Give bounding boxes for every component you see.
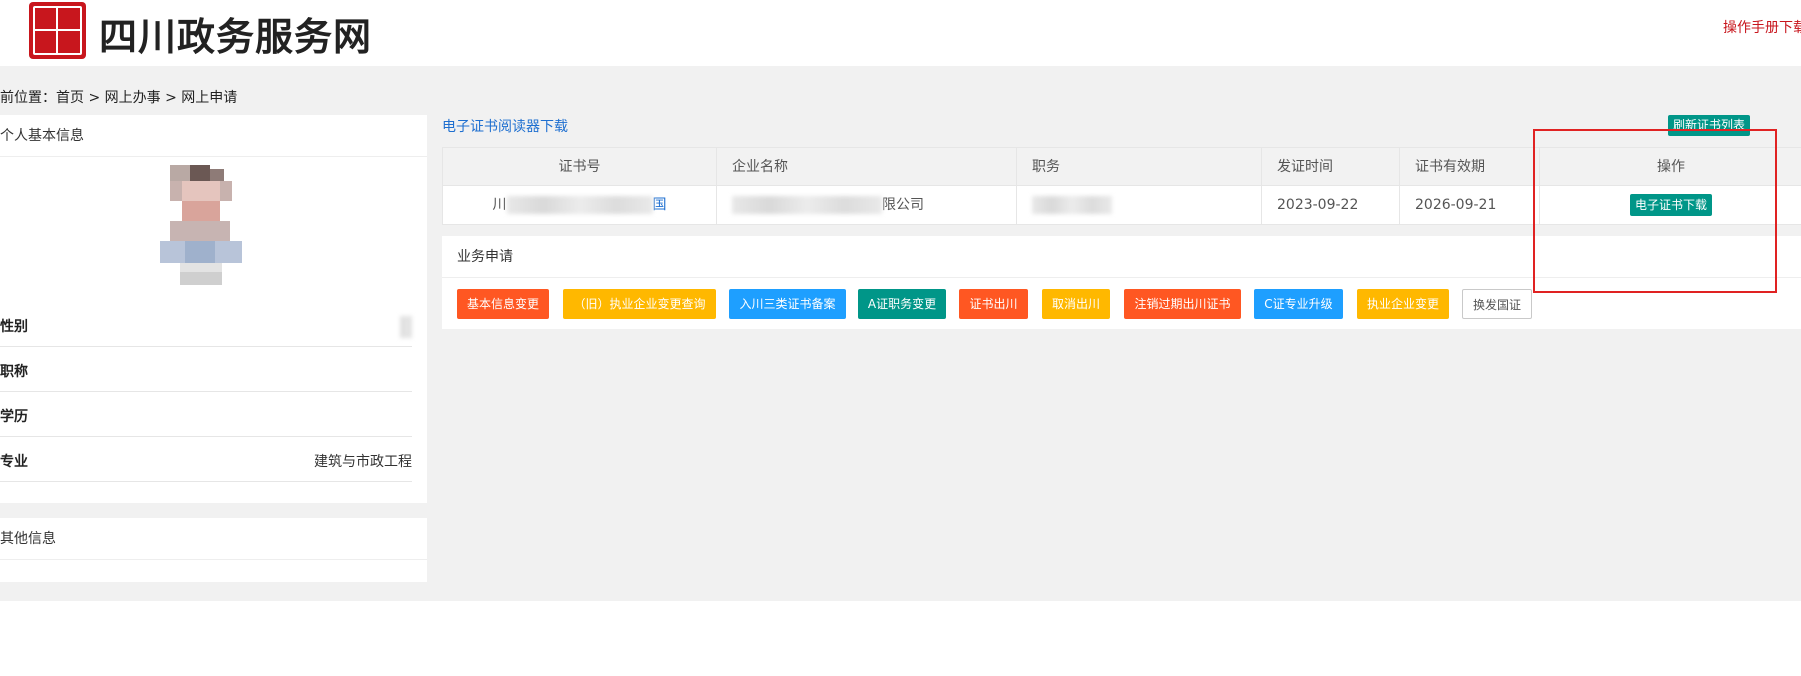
info-row-title: 职称 [0, 347, 412, 392]
reader-download-link[interactable]: 电子证书阅读器下载 [442, 116, 568, 136]
avatar [160, 165, 242, 285]
a-cert-position-change-button[interactable]: A证职务变更 [858, 289, 946, 319]
info-row-major: 专业 建筑与市政工程 [0, 437, 412, 482]
reissue-national-cert-button[interactable]: 换发国证 [1462, 289, 1532, 319]
highlight-box [1533, 129, 1777, 293]
col-issue-date: 发证时间 [1262, 148, 1400, 186]
personal-info-panel: 个人基本信息 性别 职称 学历 专业 建筑与市政工程 [0, 115, 427, 503]
major-label: 专业 [0, 454, 28, 470]
manual-download-link[interactable]: 操作手册下载 [1723, 17, 1801, 37]
gender-label: 性别 [0, 319, 28, 335]
old-company-change-query-button[interactable]: （旧）执业企业变更查询 [563, 289, 716, 319]
cert-no-cell: 川国 [443, 186, 717, 224]
c-cert-upgrade-button[interactable]: C证专业升级 [1254, 289, 1343, 319]
major-value: 建筑与市政工程 [314, 454, 412, 470]
col-position: 职务 [1017, 148, 1262, 186]
logo-icon[interactable] [29, 2, 86, 59]
issue-date-cell: 2023-09-22 [1262, 186, 1400, 224]
cert-no-prefix: 川 [492, 197, 507, 213]
basic-info-change-button[interactable]: 基本信息变更 [457, 289, 549, 319]
cancel-leave-sichuan-button[interactable]: 取消出川 [1042, 289, 1110, 319]
personal-info-title: 个人基本信息 [0, 115, 427, 157]
cert-leave-sichuan-button[interactable]: 证书出川 [959, 289, 1028, 319]
col-company: 企业名称 [717, 148, 1017, 186]
col-valid-until: 证书有效期 [1400, 148, 1540, 186]
info-row-education: 学历 [0, 392, 412, 437]
company-suffix: 限公司 [882, 197, 924, 213]
top-header: 四川政务服务网 操作手册下载 [0, 0, 1801, 66]
education-label: 学历 [0, 409, 28, 425]
position-cell [1017, 186, 1262, 224]
site-title: 四川政务服务网 [99, 14, 373, 59]
gender-value [400, 316, 412, 338]
cancel-expired-cert-button[interactable]: 注销过期出川证书 [1124, 289, 1241, 319]
info-row-gender: 性别 [0, 302, 412, 347]
col-cert-no: 证书号 [443, 148, 717, 186]
other-info-panel: 其他信息 [0, 518, 427, 582]
enter-sichuan-filing-button[interactable]: 入川三类证书备案 [729, 289, 846, 319]
company-change-button[interactable]: 执业企业变更 [1357, 289, 1449, 319]
valid-until-cell: 2026-09-21 [1400, 186, 1540, 224]
title-label: 职称 [0, 364, 28, 380]
cert-no-suffix: 国 [652, 197, 667, 213]
other-info-title: 其他信息 [0, 518, 427, 560]
company-cell: 限公司 [717, 186, 1017, 224]
breadcrumb: 前位置：首页 > 网上办事 > 网上申请 [0, 90, 238, 106]
